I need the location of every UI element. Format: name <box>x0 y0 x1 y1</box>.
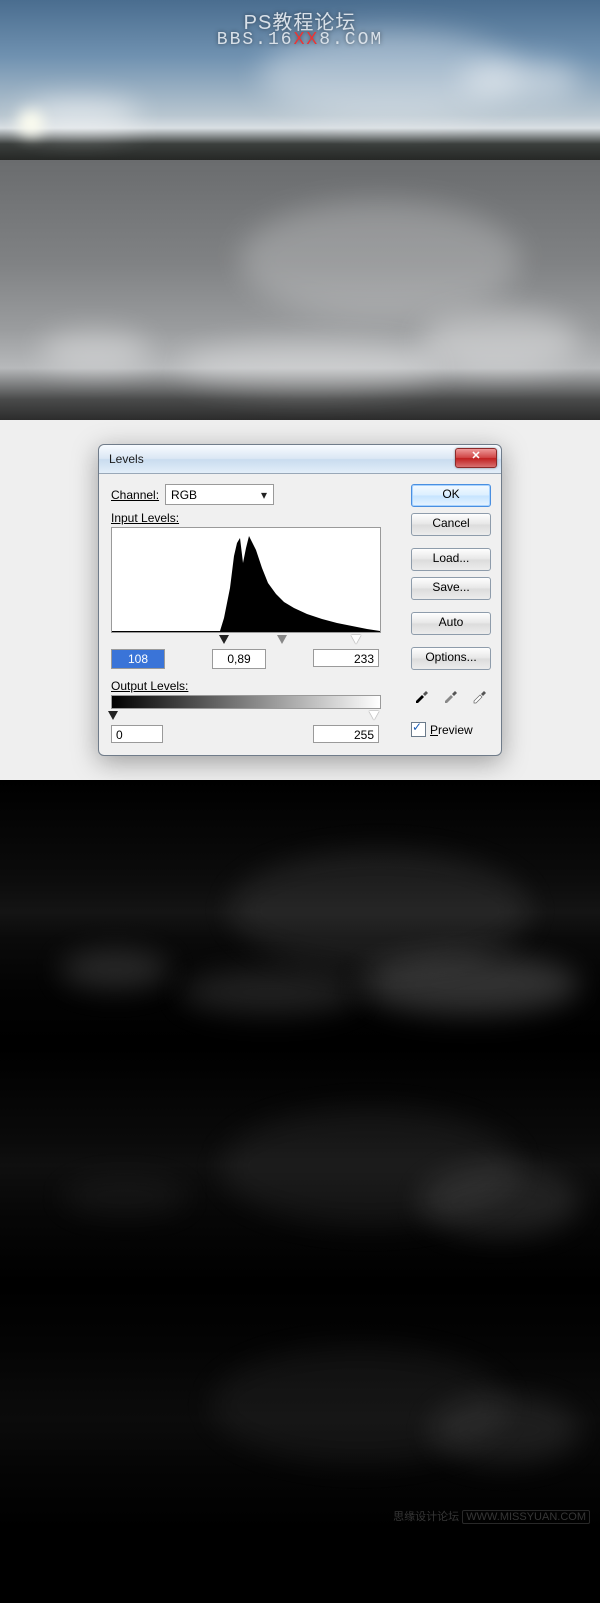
options-button[interactable]: Options... <box>411 647 491 670</box>
eyedropper-white-icon[interactable] <box>469 684 491 706</box>
sky-panorama-color: PS教程论坛 BBS.16XX8.COM <box>0 0 600 160</box>
output-slider-rail[interactable] <box>111 709 379 723</box>
input-gamma-handle[interactable] <box>277 635 287 644</box>
channel-combo[interactable]: RGB ▾ <box>165 484 274 505</box>
close-icon: ✕ <box>471 450 480 462</box>
preview-label: Preview <box>430 723 473 737</box>
eyedropper-gray-icon[interactable] <box>440 684 462 706</box>
output-levels-label: Output Levels: <box>111 679 399 693</box>
load-button[interactable]: Load... <box>411 548 491 571</box>
output-black-handle[interactable] <box>108 711 118 720</box>
eyedropper-row <box>411 684 491 706</box>
dialog-backdrop: Levels ✕ Channel: RGB ▾ Input Levels: <box>0 420 600 780</box>
footer-credit: 思缘设计论坛 WWW.MISSYUAN.COM <box>0 1508 600 1524</box>
eyedropper-black-icon[interactable] <box>411 684 433 706</box>
sky-panorama-dark-2 <box>0 1047 600 1283</box>
output-gradient <box>111 695 381 709</box>
channel-value: RGB <box>171 488 197 502</box>
dialog-titlebar[interactable]: Levels ✕ <box>99 445 501 474</box>
output-white-field[interactable]: 255 <box>313 725 379 743</box>
output-black-field[interactable]: 0 <box>111 725 163 743</box>
ok-button[interactable]: OK <box>411 484 491 507</box>
sky-panorama-dark-3: 思缘设计论坛 WWW.MISSYUAN.COM <box>0 1285 600 1530</box>
input-levels-label: Input Levels: <box>111 511 399 525</box>
channel-label: Channel: <box>111 488 159 502</box>
preview-checkbox-row[interactable]: Preview <box>411 722 491 737</box>
input-black-field[interactable]: 108 <box>111 649 165 669</box>
banner-line2: BBS.16XX8.COM <box>0 30 600 50</box>
cancel-button[interactable]: Cancel <box>411 513 491 536</box>
save-button[interactable]: Save... <box>411 577 491 600</box>
input-white-handle[interactable] <box>351 635 361 644</box>
input-gamma-field[interactable]: 0,89 <box>212 649 266 669</box>
preview-checkbox[interactable] <box>411 722 426 737</box>
input-white-field[interactable]: 233 <box>313 649 379 667</box>
close-button[interactable]: ✕ <box>455 448 497 468</box>
input-slider-rail[interactable] <box>111 633 379 647</box>
auto-button[interactable]: Auto <box>411 612 491 635</box>
histogram <box>111 527 381 633</box>
sky-panorama-gray <box>0 160 600 420</box>
output-white-handle[interactable] <box>369 711 379 720</box>
sky-panorama-dark-1 <box>0 780 600 1045</box>
input-black-handle[interactable] <box>219 635 229 644</box>
dialog-title-text: Levels <box>109 452 144 466</box>
histogram-svg <box>112 528 380 632</box>
levels-dialog: Levels ✕ Channel: RGB ▾ Input Levels: <box>98 444 502 756</box>
chevron-down-icon: ▾ <box>257 488 271 502</box>
